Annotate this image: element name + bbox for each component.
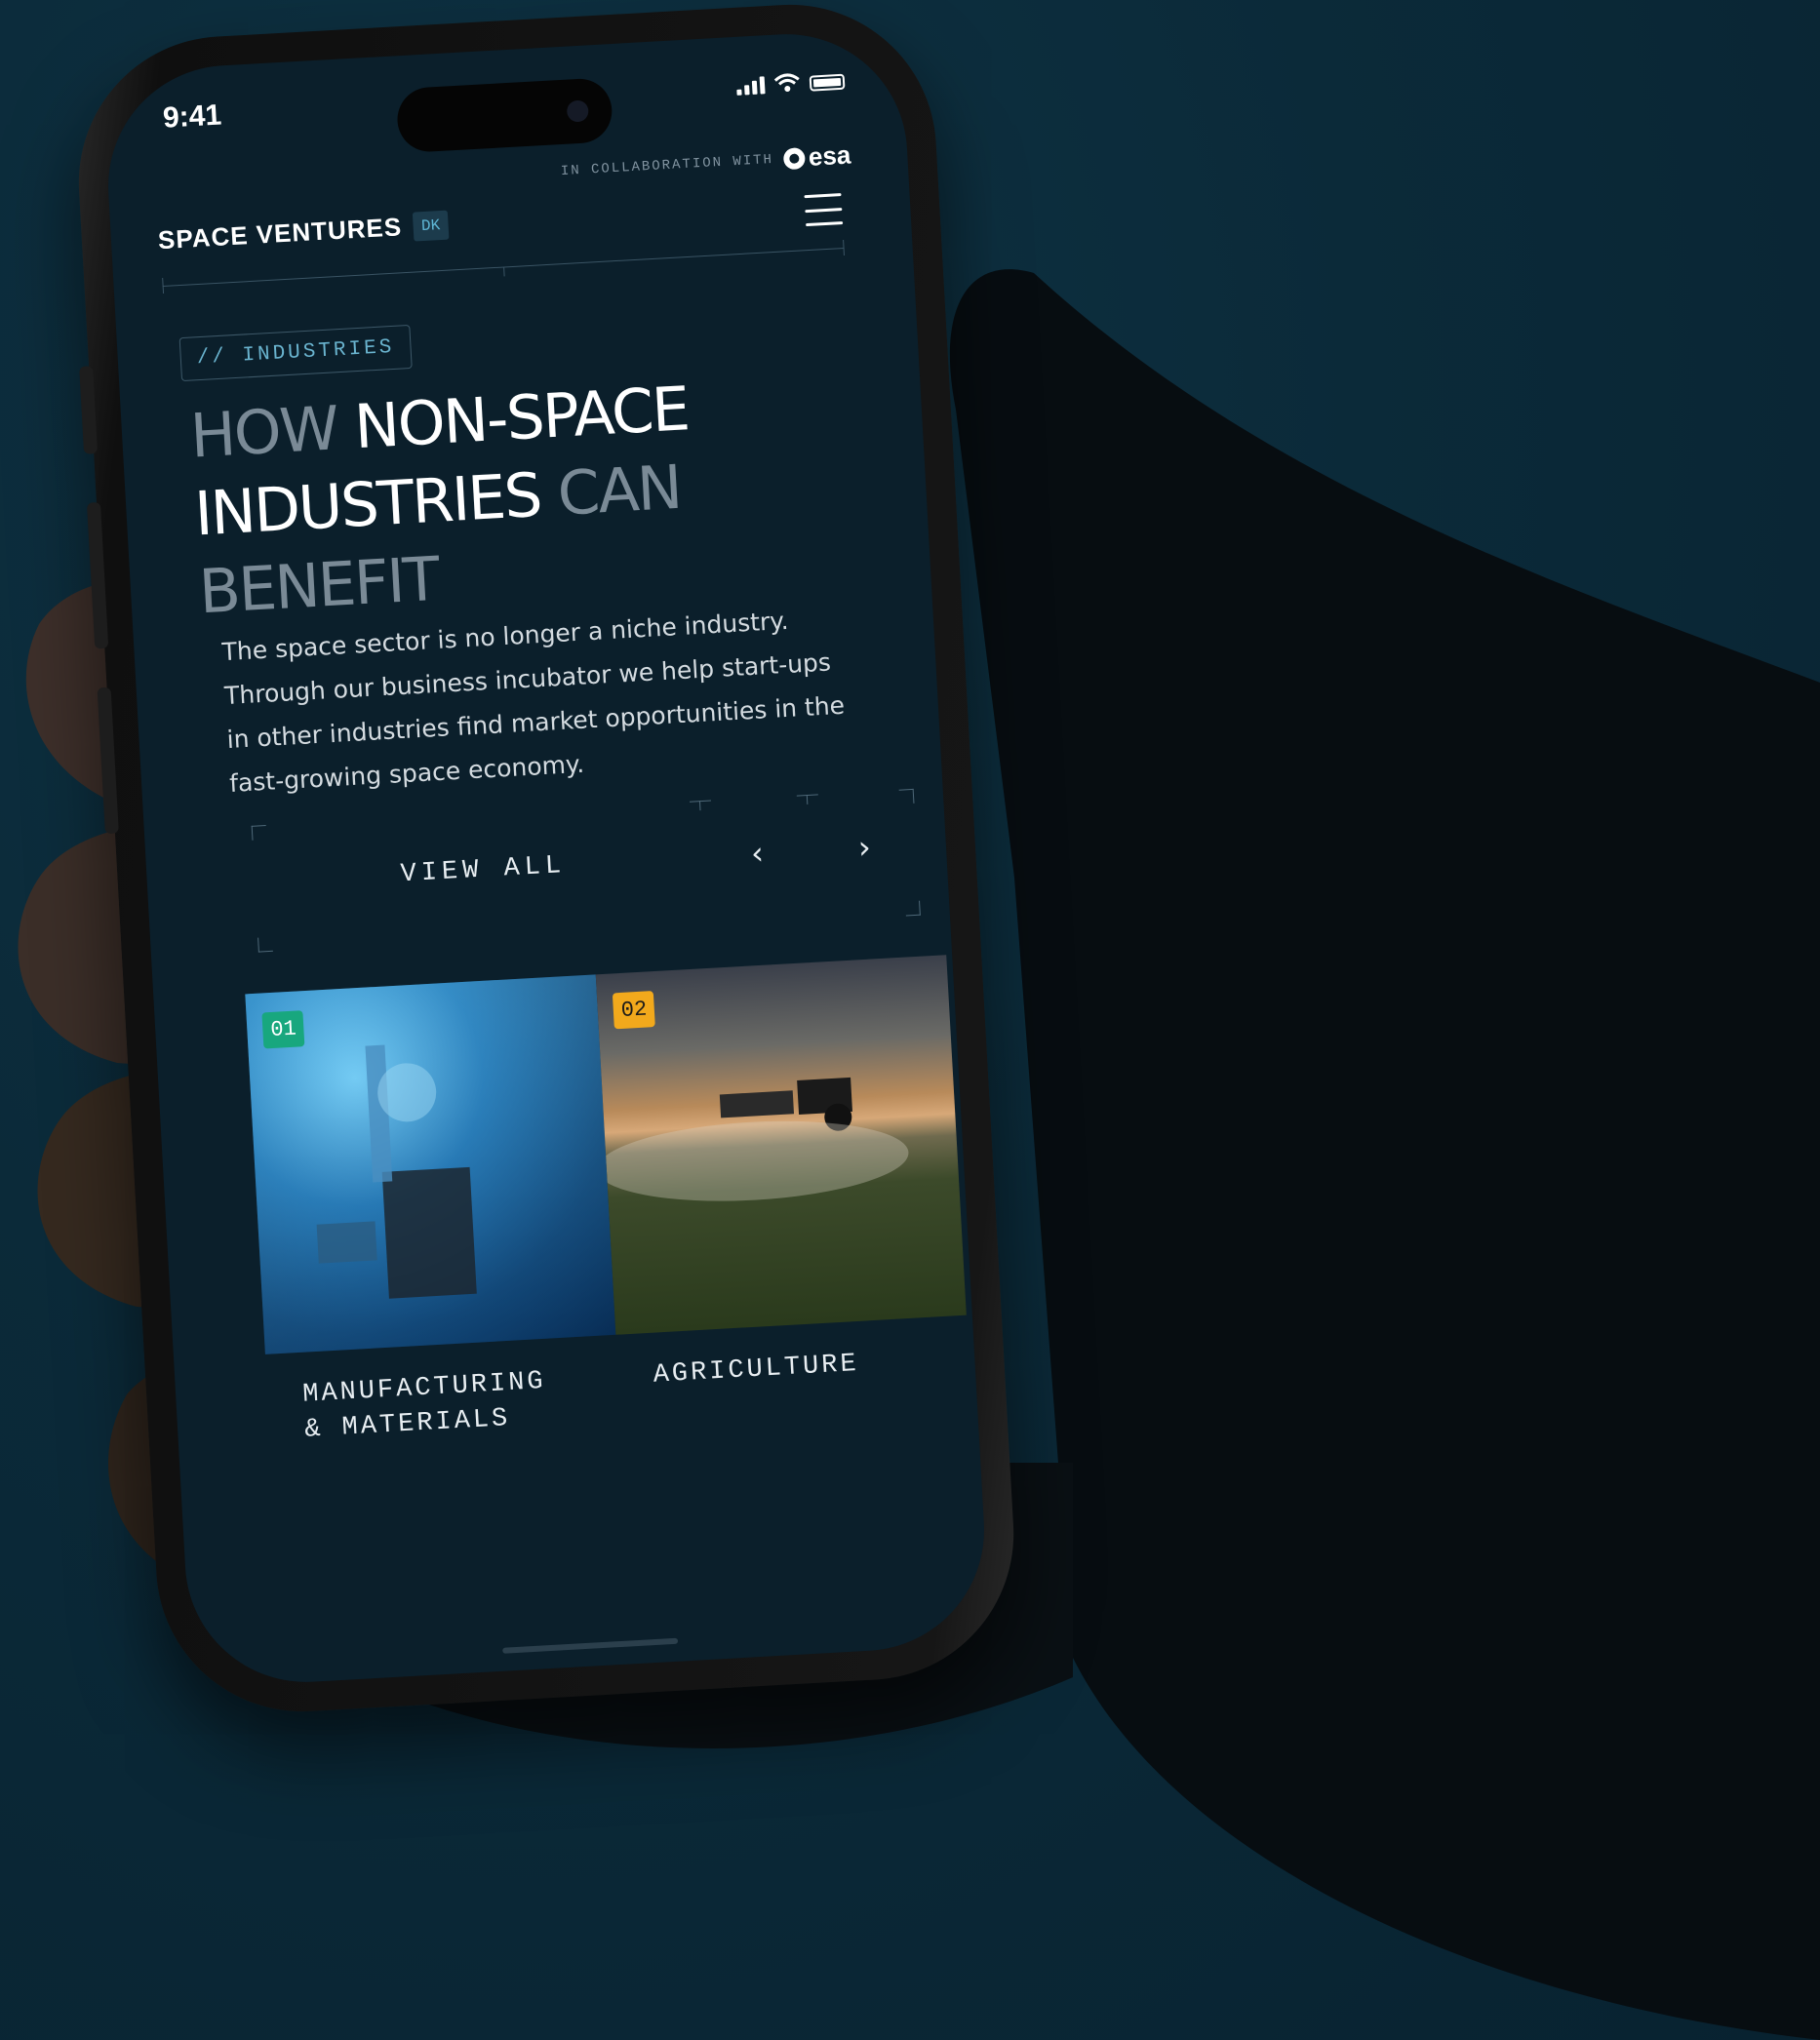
- esa-logo[interactable]: esa: [782, 139, 851, 174]
- industry-card-agriculture[interactable]: 02 AGRICULTURE: [595, 955, 970, 1394]
- intro-paragraph: The space sector is no longer a niche in…: [220, 606, 846, 798]
- signal-icon: [736, 76, 766, 96]
- industry-card-manufacturing[interactable]: 01 MANUFACTURING & MATERIALS: [245, 974, 621, 1449]
- collaboration-text: IN COLLABORATION WITH: [560, 151, 774, 179]
- brand-logo[interactable]: SPACE VENTURES DK: [157, 210, 450, 256]
- agriculture-image: 02: [595, 955, 967, 1335]
- carousel-controls: VIEW ALL ‹ ›: [251, 788, 921, 953]
- hamburger-menu-icon[interactable]: [804, 193, 844, 227]
- prev-arrow-icon[interactable]: ‹: [750, 835, 765, 873]
- esa-logo-text: esa: [808, 139, 852, 172]
- battery-icon: [809, 73, 846, 92]
- card-label: AGRICULTURE: [652, 1349, 860, 1391]
- esa-logo-icon: [782, 146, 806, 170]
- title-part-how: HOW: [188, 391, 357, 472]
- card-number: 01: [261, 1010, 305, 1049]
- phone-screen: 9:41 IN COLLABORATION WITH esa SPACE VEN…: [101, 27, 991, 1689]
- home-indicator[interactable]: [502, 1637, 679, 1654]
- phone-device: 9:41 IN COLLABORATION WITH esa SPACE VEN…: [70, 0, 1022, 1720]
- next-arrow-icon[interactable]: ›: [857, 828, 872, 866]
- camera-icon: [566, 99, 589, 123]
- dynamic-island: [395, 77, 614, 154]
- status-time: 9:41: [162, 98, 222, 135]
- section-badge: // INDUSTRIES: [178, 324, 413, 382]
- view-all-button[interactable]: VIEW ALL: [400, 851, 567, 889]
- collaboration-credit[interactable]: IN COLLABORATION WITH esa: [560, 139, 851, 186]
- page-title: HOW NON-SPACE INDUSTRIES CAN BENEFIT: [188, 367, 747, 631]
- card-label: MANUFACTURING & MATERIALS: [301, 1366, 547, 1445]
- header-divider: [162, 247, 845, 288]
- manufacturing-image: 01: [245, 974, 616, 1354]
- card-number: 02: [612, 991, 656, 1030]
- wifi-icon: [773, 73, 800, 92]
- industry-carousel: 01 MANUFACTURING & MATERIALS 02 AGRICULT…: [245, 953, 990, 1481]
- brand-name: SPACE VENTURES: [157, 212, 403, 255]
- brand-tag: DK: [413, 210, 450, 242]
- status-icons: [736, 70, 846, 96]
